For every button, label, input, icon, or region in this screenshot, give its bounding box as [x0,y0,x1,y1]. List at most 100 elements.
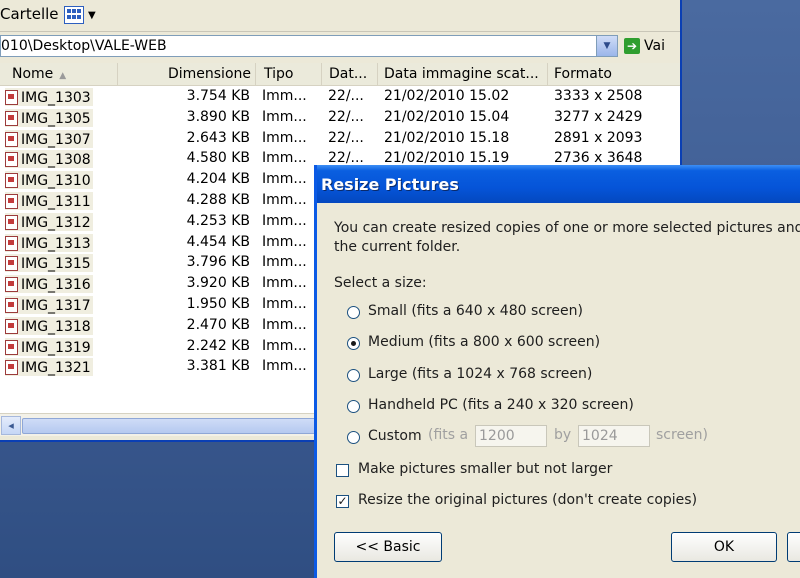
views-button[interactable]: ▼ [64,3,102,27]
table-row[interactable]: IMG_1305 3.890 KB Imm... 22/... 21/02/2010 1… [0,107,680,128]
file-date-taken: 21/02/2010 15.02 [384,88,510,104]
file-size: 4.253 KB [186,212,250,229]
image-file-icon [5,297,18,313]
size-option-small-label: Small (fits a 640 x 480 screen) [368,303,583,319]
address-dropdown-icon[interactable]: ▼ [596,36,617,56]
file-size: 3.920 KB [186,275,250,292]
image-file-icon [5,110,18,126]
custom-height-input[interactable]: 1024 [578,425,650,447]
file-type: Imm... [262,358,307,375]
ok-button[interactable]: OK [671,532,777,562]
go-button-label: Vai [644,38,665,54]
size-option-medium-label: Medium (fits a 800 x 600 screen) [368,334,601,350]
file-format: 3333 x 2508 [554,88,643,104]
file-date: 22/... [328,88,364,104]
go-button[interactable]: ➔ Vai [624,36,665,56]
file-name-text: IMG_1317 [21,297,91,314]
image-file-icon [5,193,18,209]
file-name: IMG_1310 [5,171,93,190]
file-size: 4.454 KB [186,233,250,250]
toolbar: Cartelle ▼ [0,0,680,32]
file-name: IMG_1319 [5,337,93,356]
size-option-custom-label: Custom [368,428,422,444]
file-name: IMG_1311 [5,191,93,210]
file-date: 22/... [328,129,364,146]
views-grid-icon [64,6,84,24]
file-type: Imm... [262,171,307,188]
radio-medium[interactable] [347,337,360,350]
file-type: Imm... [262,254,307,271]
column-header-type[interactable]: Tipo [256,63,322,85]
column-header-size[interactable]: Dimensione [118,63,256,85]
basic-button[interactable]: << Basic [334,532,442,562]
resize-original-label: Resize the original pictures (don't crea… [358,492,698,508]
intro-text-line1: You can create resized copies of one or … [334,220,800,236]
file-size: 3.796 KB [186,254,250,271]
file-format: 3277 x 2429 [554,108,643,125]
file-name-text: IMG_1308 [21,152,91,169]
file-name-text: IMG_1319 [21,339,91,356]
column-header-date-taken[interactable]: Data immagine scat... [378,63,548,85]
column-header-row: Nome ▲ Dimensione Tipo Dat... Data immagi… [0,63,680,86]
image-file-icon [5,360,18,376]
file-format: 2736 x 3648 [554,150,643,167]
file-name: IMG_1318 [5,316,93,335]
table-row[interactable]: IMG_1303 3.754 KB Imm... 22/... 21/02/2010 1… [0,86,680,107]
file-name-text: IMG_1312 [21,214,91,231]
file-size: 4.204 KB [186,171,250,188]
radio-custom[interactable] [347,431,360,444]
file-name: IMG_1317 [5,295,93,314]
file-type: Imm... [262,316,307,333]
custom-fits-a-label: (fits a [428,427,469,443]
scroll-thumb[interactable] [22,418,344,434]
custom-width-input[interactable]: 1200 [475,425,547,447]
image-file-icon [5,90,18,105]
column-header-format[interactable]: Formato [548,63,680,85]
radio-handheld[interactable] [347,400,360,413]
file-type: Imm... [262,212,307,229]
file-name: IMG_1313 [5,233,93,252]
column-header-name-label: Nome [12,66,54,82]
file-name-text: IMG_1316 [21,277,91,294]
dialog-titlebar[interactable]: Resize Pictures [317,165,800,203]
file-name-text: IMG_1311 [21,193,91,210]
sort-ascending-icon: ▲ [59,71,67,81]
file-size: 3.890 KB [186,108,250,125]
file-name: IMG_1308 [5,150,93,169]
file-date-taken: 21/02/2010 15.04 [384,108,510,125]
image-file-icon [5,131,18,147]
radio-small[interactable] [347,306,360,319]
file-size: 2.242 KB [186,337,250,354]
file-size: 2.470 KB [186,316,250,333]
dropdown-caret-icon: ▼ [88,9,96,21]
table-row[interactable]: IMG_1307 2.643 KB Imm... 22/... 21/02/2010 1… [0,128,680,149]
address-input[interactable]: 010\Desktop\VALE-WEB ▼ [0,35,618,57]
file-type: Imm... [262,88,307,104]
file-name: IMG_1312 [5,212,93,231]
file-size: 3.381 KB [186,358,250,375]
resize-pictures-dialog: Resize Pictures You can create resized c… [314,165,800,578]
radio-large[interactable] [347,369,360,382]
file-date: 22/... [328,150,364,167]
dialog-title: Resize Pictures [321,175,459,194]
intro-text-line2: the current folder. [334,239,461,255]
cancel-button[interactable] [787,532,800,562]
image-file-icon [5,318,18,334]
custom-screen-label: screen) [656,427,709,443]
resize-original-checkbox[interactable]: ✓ [336,495,349,508]
file-name: IMG_1307 [5,129,93,148]
file-size: 1.950 KB [186,295,250,312]
smaller-only-checkbox[interactable] [336,464,349,477]
file-name-text: IMG_1303 [21,90,91,106]
folders-button-label[interactable]: Cartelle [0,5,59,23]
file-type: Imm... [262,295,307,312]
column-header-date[interactable]: Dat... [322,63,378,85]
file-name-text: IMG_1310 [21,173,91,190]
image-file-icon [5,256,18,272]
file-type: Imm... [262,275,307,292]
file-name: IMG_1305 [5,108,93,127]
scroll-left-icon[interactable]: ◂ [1,416,21,435]
column-header-name[interactable]: Nome ▲ [0,63,118,85]
address-text: 010\Desktop\VALE-WEB [1,38,167,54]
file-name: IMG_1321 [5,358,93,377]
